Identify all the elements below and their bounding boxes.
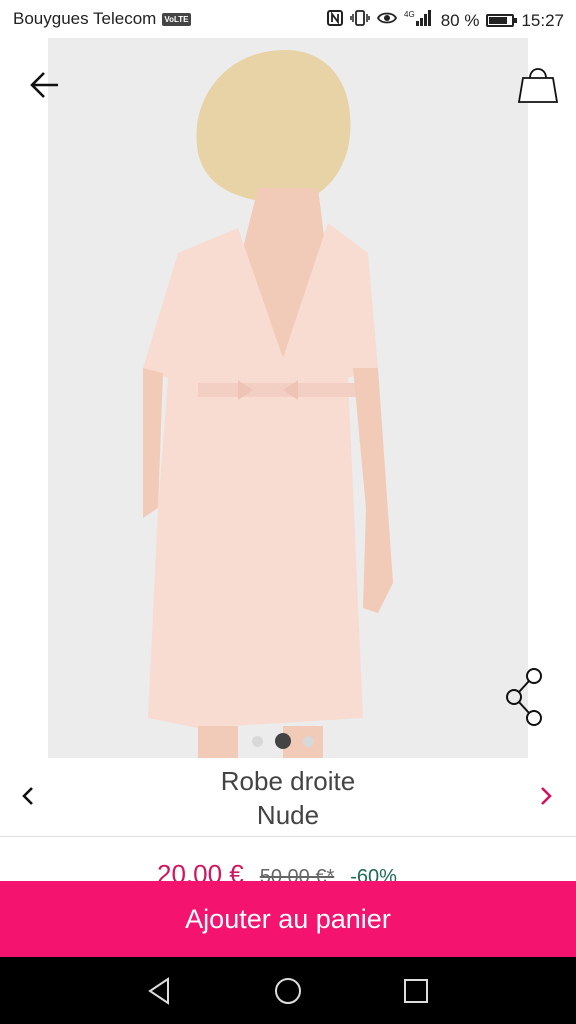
nav-home-icon — [275, 978, 301, 1004]
product-gallery[interactable] — [0, 38, 576, 758]
status-bar: Bouygues Telecom VoLTE 4G 80 % 15:27 — [0, 0, 576, 38]
current-price: 20,00 € — [157, 859, 244, 881]
volte-badge: VoLTE — [162, 12, 191, 26]
original-price: 50,00 €* — [259, 866, 335, 881]
android-nav-bar — [0, 957, 576, 1024]
product-color: Nude — [256, 800, 320, 830]
add-to-cart-button[interactable]: Ajouter au panier — [0, 881, 576, 957]
battery-icon — [486, 14, 518, 27]
network-type-label: 4G — [404, 10, 415, 19]
product-title-row: Robe droite Nude — [0, 758, 576, 837]
pagination-dot-active[interactable] — [275, 733, 291, 749]
shopping-bag-icon — [517, 68, 559, 103]
price-group: 20,00 € 50,00 €* -60% — [157, 859, 397, 881]
pagination-dots — [252, 733, 314, 749]
nav-recents-icon — [404, 979, 428, 1003]
signal-icon: 4G — [404, 9, 434, 32]
nfc-icon — [326, 10, 343, 31]
nav-home-button[interactable] — [272, 975, 304, 1007]
cart-button[interactable] — [514, 62, 562, 108]
discount-label: -60% — [350, 866, 397, 881]
carrier-name: Bouygues Telecom — [13, 9, 157, 28]
pagination-dot[interactable] — [252, 735, 263, 747]
back-button[interactable] — [28, 68, 62, 102]
battery-percent: 80 % — [440, 10, 480, 30]
nav-recents-button[interactable] — [400, 975, 432, 1007]
clock: 15:27 — [521, 10, 564, 30]
nav-back-icon — [148, 977, 169, 1005]
eye-comfort-icon — [376, 11, 397, 30]
product-photo[interactable] — [48, 38, 528, 758]
arrow-left-icon — [30, 72, 58, 98]
battery-level-fill — [489, 17, 508, 24]
vibrate-icon — [349, 10, 370, 31]
dress-illustration — [48, 38, 528, 758]
status-icons: 4G 80 % 15:27 — [326, 9, 564, 32]
chevron-right-icon — [541, 787, 552, 805]
product-name: Robe droite — [220, 766, 356, 796]
pagination-dot[interactable] — [303, 735, 314, 747]
nav-back-button[interactable] — [144, 975, 176, 1007]
next-product-button[interactable] — [534, 784, 558, 808]
share-icon — [506, 668, 542, 726]
price-row: 20,00 € 50,00 €* -60% — [0, 837, 576, 881]
carrier-group: Bouygues Telecom VoLTE — [13, 9, 191, 29]
share-button[interactable] — [504, 666, 546, 728]
